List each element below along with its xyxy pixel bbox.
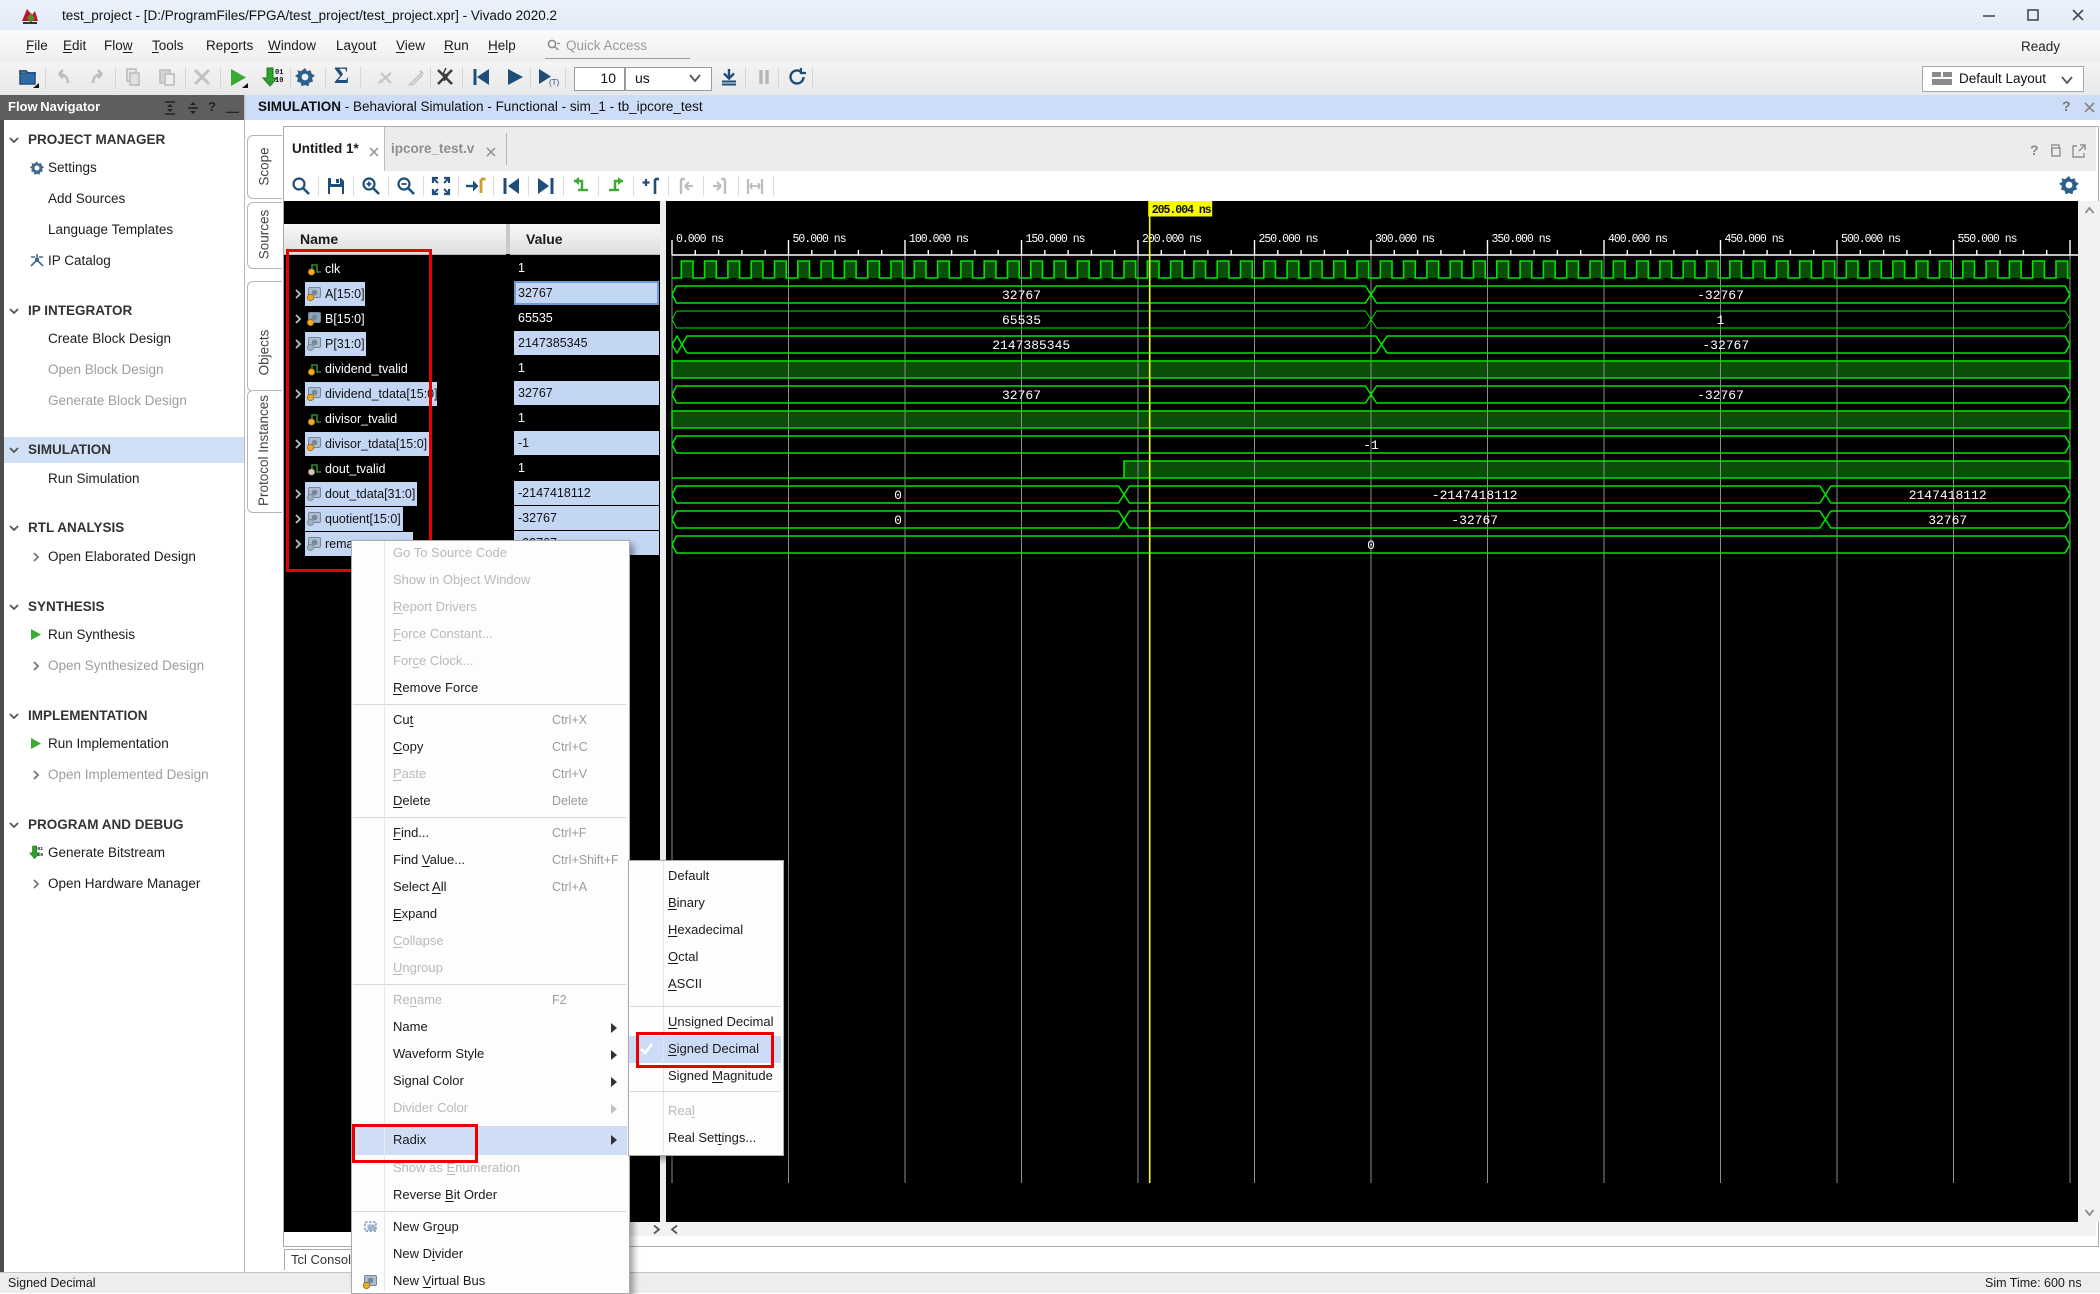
svg-text:50.000 ns: 50.000 ns <box>793 233 846 246</box>
svg-text:2147418112: 2147418112 <box>1909 488 1987 503</box>
svg-text:400.000 ns: 400.000 ns <box>1608 233 1667 246</box>
svg-text:32767: 32767 <box>1002 388 1041 403</box>
svg-text:32767: 32767 <box>1928 513 1967 528</box>
svg-text:300.000 ns: 300.000 ns <box>1375 233 1434 246</box>
svg-text:-32767: -32767 <box>1697 388 1744 403</box>
svg-text:65535: 65535 <box>1002 313 1041 328</box>
svg-text:150.000 ns: 150.000 ns <box>1026 233 1085 246</box>
svg-text:32767: 32767 <box>1002 288 1041 303</box>
svg-text:200.000 ns: 200.000 ns <box>1142 233 1201 246</box>
svg-text:450.000 ns: 450.000 ns <box>1725 233 1784 246</box>
svg-text:-2147418112: -2147418112 <box>1432 488 1518 503</box>
svg-text:10: 10 <box>37 852 43 858</box>
svg-text:0: 0 <box>1367 538 1375 553</box>
svg-text:-1: -1 <box>1363 438 1379 453</box>
svg-text:0: 0 <box>894 513 902 528</box>
svg-text:-32767: -32767 <box>1697 288 1744 303</box>
svg-text:2147385345: 2147385345 <box>992 338 1070 353</box>
svg-text:250.000 ns: 250.000 ns <box>1259 233 1318 246</box>
svg-text:(T): (T) <box>549 78 560 87</box>
svg-text:10: 10 <box>275 77 283 85</box>
svg-text:0.000 ns: 0.000 ns <box>676 233 723 246</box>
svg-text:0: 0 <box>894 488 902 503</box>
svg-text:350.000 ns: 350.000 ns <box>1492 233 1551 246</box>
svg-text:-32767: -32767 <box>1702 338 1749 353</box>
svg-text:01: 01 <box>275 69 283 77</box>
svg-text:01: 01 <box>37 846 43 852</box>
svg-text:205.004 ns: 205.004 ns <box>1152 204 1212 217</box>
svg-text:500.000 ns: 500.000 ns <box>1841 233 1900 246</box>
svg-text:-32767: -32767 <box>1451 513 1498 528</box>
svg-text:1: 1 <box>1717 313 1725 328</box>
svg-text:550.000 ns: 550.000 ns <box>1958 233 2017 246</box>
svg-text:100.000 ns: 100.000 ns <box>909 233 968 246</box>
